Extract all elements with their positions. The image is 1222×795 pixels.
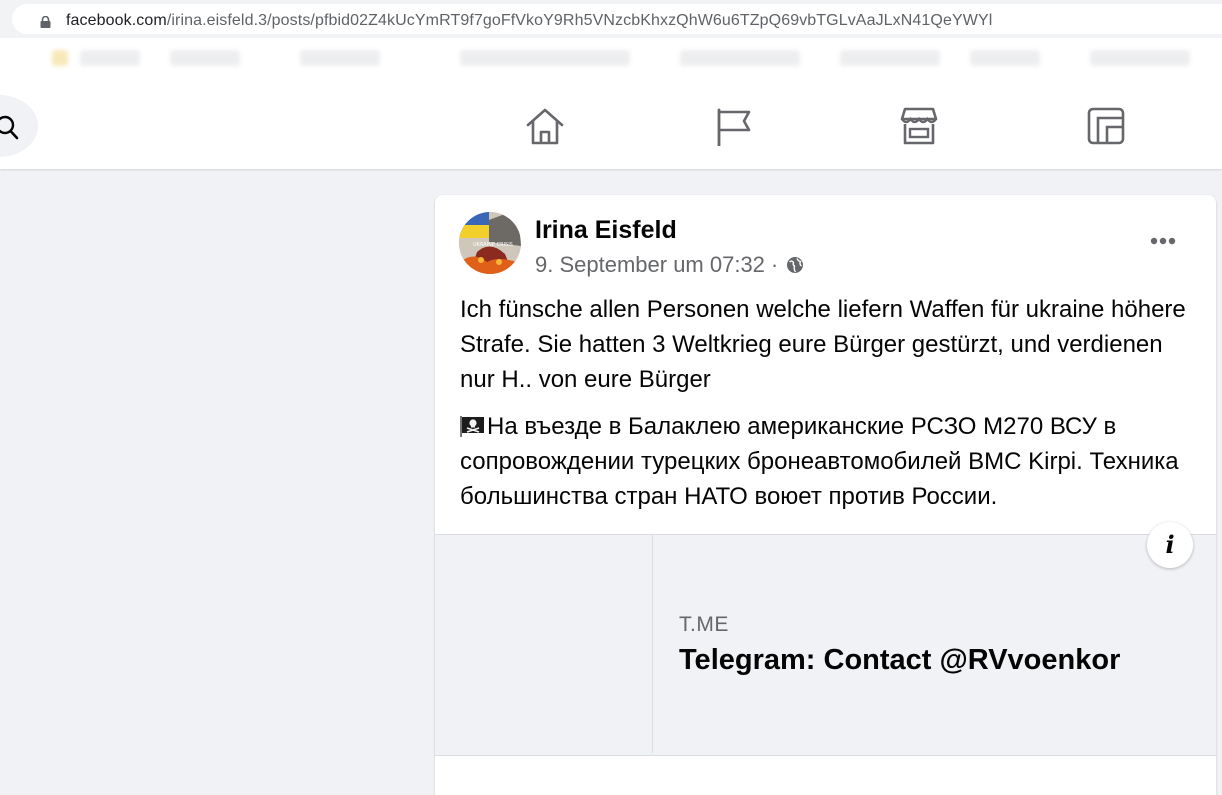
marketplace-icon[interactable] (899, 106, 939, 146)
bookmark-blur (1090, 50, 1190, 66)
bookmarks-bar (0, 38, 1222, 83)
facebook-top-nav (0, 82, 1222, 169)
avatar-image: UKRAINE CRISIS (459, 212, 521, 274)
avatar-caption: UKRAINE CRISIS (473, 242, 513, 248)
pirate-flag-icon (460, 416, 484, 437)
bookmark-blur (460, 50, 630, 66)
post-paragraph-de: Ich fünsche allen Personen welche liefer… (460, 296, 1186, 393)
bookmark-blur (52, 50, 68, 66)
search-icon (0, 115, 19, 140)
url-field[interactable]: facebook.com/irina.eisfeld.3/posts/pfbid… (12, 4, 1222, 34)
link-preview[interactable]: T.ME Telegram: Contact @RVvoenkor (435, 534, 1216, 756)
bookmark-blur (80, 50, 140, 66)
link-info-button[interactable]: i (1147, 522, 1193, 568)
post-card: UKRAINE CRISIS Irina Eisfeld 9. Septembe… (435, 195, 1216, 795)
post-paragraph-ru-text: На въезде в Балаклею американские РСЗО М… (460, 413, 1179, 510)
post-paragraph-ru: На въезде в Балаклею американские РСЗО М… (460, 409, 1200, 514)
bookmark-blur (840, 50, 940, 66)
url-text: facebook.com/irina.eisfeld.3/posts/pfbid… (66, 12, 992, 30)
lock-icon (40, 16, 51, 28)
bookmark-blur (970, 50, 1040, 66)
info-icon: i (1165, 530, 1175, 559)
link-preview-title[interactable]: Telegram: Contact @RVvoenkor (679, 644, 1120, 677)
pages-flag-icon[interactable] (714, 106, 754, 146)
post-author-name[interactable]: Irina Eisfeld (535, 216, 677, 245)
bookmark-blur (170, 50, 240, 66)
home-icon[interactable] (525, 106, 565, 146)
gaming-icon[interactable] (1086, 106, 1126, 146)
url-path: /irina.eisfeld.3/posts/pfbid02Z4kUcYmRT9… (166, 12, 993, 29)
more-options-icon[interactable] (1149, 231, 1179, 251)
author-avatar[interactable]: UKRAINE CRISIS (459, 212, 521, 274)
globe-icon[interactable] (786, 256, 804, 274)
browser-address-bar: facebook.com/irina.eisfeld.3/posts/pfbid… (0, 0, 1222, 38)
url-host: facebook.com (66, 12, 167, 29)
post-body: Ich fünsche allen Personen welche liefer… (460, 292, 1200, 514)
meta-separator: · (770, 252, 779, 277)
search-button[interactable] (0, 95, 38, 157)
post-timestamp[interactable]: 9. September um 07:32 (535, 252, 765, 278)
link-preview-thumbnail[interactable] (435, 535, 653, 753)
link-preview-domain: T.ME (679, 613, 729, 636)
post-meta: 9. September um 07:32 · (535, 252, 804, 278)
bookmark-blur (680, 50, 800, 66)
bookmark-blur (300, 50, 380, 66)
